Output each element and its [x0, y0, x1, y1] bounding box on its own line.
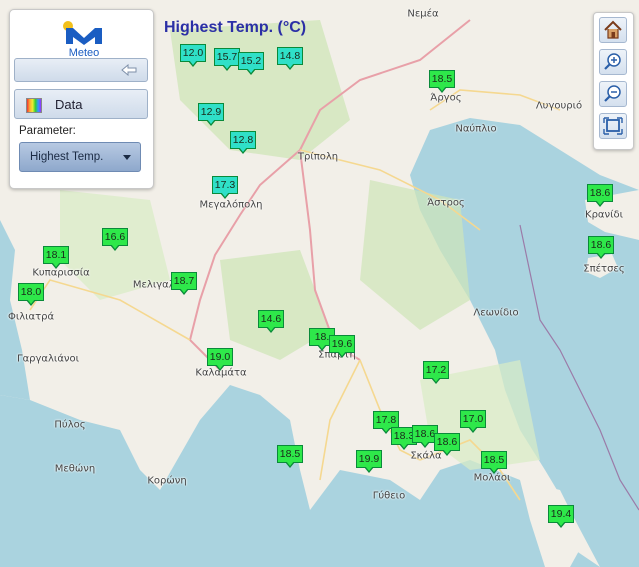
marker-pointer-fill — [557, 521, 565, 526]
marker-pointer-fill — [318, 344, 326, 349]
station-marker[interactable]: 17.3 — [212, 176, 238, 199]
zoom-in-icon — [604, 53, 621, 70]
zoom-in-button[interactable] — [599, 49, 627, 75]
marker-pointer-fill — [180, 288, 188, 293]
town-label: Νεμέα — [407, 8, 439, 20]
town-label: Σπέτσες — [583, 263, 625, 275]
station-marker[interactable]: 12.9 — [198, 103, 224, 126]
station-marker[interactable]: 12.8 — [230, 131, 256, 154]
map-title: Highest Temp. (°C) — [164, 19, 307, 36]
station-marker[interactable]: 19.0 — [207, 348, 233, 371]
station-marker[interactable]: 14.8 — [277, 47, 303, 70]
marker-pointer-fill — [421, 441, 429, 446]
map-toolbar — [593, 12, 634, 150]
marker-pointer-fill — [223, 64, 231, 69]
chevron-down-icon — [123, 155, 131, 160]
parameter-value: Highest Temp. — [30, 151, 104, 163]
station-marker[interactable]: 15.7 — [214, 48, 240, 71]
logo-icon: Meteo — [63, 21, 102, 59]
town-label: Μολάοι — [473, 472, 511, 484]
marker-pointer-fill — [432, 377, 440, 382]
marker-pointer-fill — [207, 119, 215, 124]
marker-pointer-fill — [469, 426, 477, 431]
marker-pointer-fill — [382, 427, 390, 432]
marker-pointer-fill — [286, 63, 294, 68]
station-marker[interactable]: 18.6 — [588, 236, 614, 259]
marker-pointer-fill — [400, 443, 408, 448]
marker-pointer-fill — [338, 351, 346, 356]
town-label: Άργος — [430, 92, 462, 104]
zoom-extent-button[interactable] — [599, 113, 627, 139]
station-marker[interactable]: 18.6 — [587, 184, 613, 207]
station-marker[interactable]: 12.0 — [180, 44, 206, 67]
marker-pointer-fill — [216, 364, 224, 369]
zoom-extent-icon — [603, 117, 623, 135]
marker-pointer-fill — [596, 200, 604, 205]
marker-pointer-fill — [189, 60, 197, 65]
town-label: Πύλος — [54, 419, 86, 431]
station-marker[interactable]: 15.2 — [238, 52, 264, 75]
marker-pointer-fill — [267, 326, 275, 331]
home-button[interactable] — [599, 17, 627, 43]
town-label: Μεγαλόπολη — [199, 199, 263, 211]
marker-pointer-fill — [286, 461, 294, 466]
zoom-out-icon — [604, 85, 621, 102]
marker-pointer-fill — [239, 147, 247, 152]
town-label: Ναύπλιο — [455, 123, 497, 135]
arrow-left-icon — [121, 64, 137, 76]
marker-pointer-fill — [221, 192, 229, 197]
station-marker[interactable]: 18.6 — [434, 433, 460, 456]
town-label: Μεθώνη — [54, 463, 96, 475]
back-button[interactable] — [14, 58, 148, 82]
marker-pointer-fill — [365, 466, 373, 471]
station-marker[interactable]: 19.4 — [548, 505, 574, 528]
parameter-label: Parameter: — [19, 125, 76, 137]
marker-pointer-fill — [597, 252, 605, 257]
zoom-out-button[interactable] — [599, 81, 627, 107]
town-label: Γύθειο — [372, 490, 406, 502]
station-marker[interactable]: 18.5 — [277, 445, 303, 468]
town-label: Λεωνίδιο — [473, 307, 519, 319]
marker-pointer-fill — [111, 244, 119, 249]
station-marker[interactable]: 14.6 — [258, 310, 284, 333]
town-label: Τρίπολη — [297, 151, 339, 163]
station-marker[interactable]: 16.6 — [102, 228, 128, 251]
station-marker[interactable]: 18.5 — [481, 451, 507, 474]
data-button-label: Data — [55, 97, 83, 112]
town-label: Κυπαρισσία — [32, 267, 90, 279]
town-label: Κορώνη — [147, 475, 187, 487]
station-marker[interactable]: 18.5 — [429, 70, 455, 93]
marker-pointer-fill — [438, 86, 446, 91]
station-marker[interactable]: 19.9 — [356, 450, 382, 473]
town-label: Φιλιατρά — [7, 311, 55, 323]
control-panel: Meteo Data Parameter: Highest Temp. — [9, 9, 154, 189]
town-label: Άστρος — [427, 197, 465, 209]
marker-pointer-fill — [443, 449, 451, 454]
meteo-logo: Meteo — [60, 18, 108, 62]
station-marker[interactable]: 17.2 — [423, 361, 449, 384]
station-marker[interactable]: 18.0 — [18, 283, 44, 306]
marker-pointer-fill — [27, 299, 35, 304]
parameter-select[interactable]: Highest Temp. — [19, 142, 141, 172]
station-marker[interactable]: 19.6 — [329, 335, 355, 358]
marker-pointer-fill — [247, 68, 255, 73]
station-marker[interactable]: 17.0 — [460, 410, 486, 433]
town-label: Λυγουριό — [535, 100, 583, 112]
data-button[interactable]: Data — [14, 89, 148, 119]
home-icon — [604, 20, 622, 39]
marker-pointer-fill — [52, 262, 60, 267]
station-marker[interactable]: 18.7 — [171, 272, 197, 295]
data-palette-icon — [26, 98, 42, 113]
town-label: Κρανίδι — [585, 209, 623, 221]
station-marker[interactable]: 18.1 — [43, 246, 69, 269]
town-label: Γαργαλιάνοι — [16, 353, 80, 365]
marker-pointer-fill — [490, 467, 498, 472]
